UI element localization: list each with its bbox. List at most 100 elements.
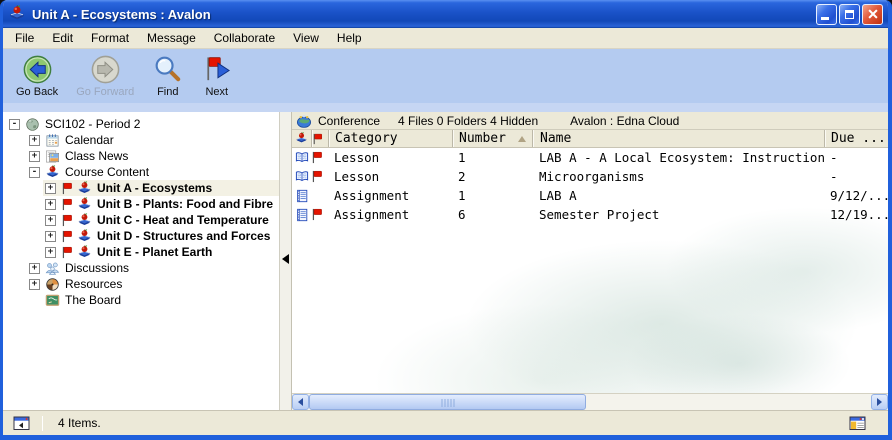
menu-message[interactable]: Message [138, 29, 205, 47]
number-cell: 1 [452, 148, 532, 167]
tree-label: Resources [65, 277, 122, 291]
notepad-icon [295, 208, 309, 222]
arrow-left-icon [298, 398, 303, 406]
name-cell: LAB A [532, 186, 824, 205]
expand-expander-icon[interactable]: + [45, 199, 56, 210]
category-cell: Lesson [328, 148, 452, 167]
conference-icon [296, 113, 312, 129]
expand-expander-icon[interactable]: + [45, 231, 56, 242]
expand-expander-icon[interactable]: + [45, 215, 56, 226]
scroll-right-button[interactable] [871, 394, 888, 410]
horizontal-scrollbar[interactable] [292, 393, 888, 410]
expand-expander-icon[interactable]: + [45, 183, 56, 194]
expand-expander-icon[interactable]: + [29, 263, 40, 274]
tree-item-unit-c[interactable]: + Unit C - Heat and Temperature [3, 212, 279, 228]
menu-collaborate[interactable]: Collaborate [205, 29, 284, 47]
menu-edit[interactable]: Edit [43, 29, 82, 47]
collapse-panel-icon[interactable] [13, 415, 30, 431]
due-cell: 9/12/... [824, 186, 888, 205]
number-cell: 6 [452, 205, 532, 224]
arrow-right-icon [877, 398, 882, 406]
expand-expander-icon[interactable]: + [29, 135, 40, 146]
menu-view[interactable]: View [284, 29, 328, 47]
next-button[interactable]: Next [198, 53, 235, 99]
apple-book-icon [295, 132, 308, 145]
tree-item-unit-d[interactable]: + Unit D - Structures and Forces [3, 228, 279, 244]
app-window: Unit A - Ecosystems : Avalon File Edit F… [0, 0, 892, 440]
go-back-button[interactable]: Go Back [13, 53, 61, 99]
item-type-column-header[interactable] [292, 130, 311, 147]
expand-expander-icon[interactable]: + [29, 151, 40, 162]
tree-item-resources[interactable]: + Resources [3, 276, 279, 292]
flag-icon [311, 151, 324, 164]
table-row-assignment-6[interactable]: Assignment 6 Semester Project 12/19... [292, 205, 888, 224]
status-bar: 4 Items. [3, 410, 888, 435]
category-column-header[interactable]: Category [328, 130, 452, 147]
tree-item-unit-e[interactable]: + Unit E - Planet Earth [3, 244, 279, 260]
minimize-button[interactable] [816, 4, 837, 25]
scroll-left-button[interactable] [292, 394, 309, 410]
content-panel: Conference 4 Files 0 Folders 4 Hidden Av… [292, 112, 888, 410]
due-column-header[interactable]: Due ... [824, 130, 888, 147]
tree-item-discussions[interactable]: + Discussions [3, 260, 279, 276]
flag-column-header[interactable] [311, 130, 328, 147]
tree-item-the-board[interactable]: The Board [3, 292, 279, 308]
expand-expander-icon[interactable]: + [29, 279, 40, 290]
titlebar[interactable]: Unit A - Ecosystems : Avalon [3, 0, 888, 28]
apple-book-icon [77, 229, 92, 244]
due-cell: - [824, 167, 888, 186]
menu-format[interactable]: Format [82, 29, 138, 47]
flag-icon [61, 182, 74, 195]
open-book-icon [295, 170, 309, 184]
find-button[interactable]: Find [149, 53, 186, 99]
apple-book-icon [77, 197, 92, 212]
flag-icon [61, 198, 74, 211]
table-row-assignment-1[interactable]: Assignment 1 LAB A 9/12/... [292, 186, 888, 205]
window-layout-icon[interactable] [849, 415, 866, 431]
item-list: Lesson 1 LAB A - A Local Ecosystem: Inst… [292, 148, 888, 393]
collapse-expander-icon[interactable]: - [9, 119, 20, 130]
due-cell: 12/19... [824, 205, 888, 224]
category-cell: Assignment [328, 205, 452, 224]
conference-header: Conference 4 Files 0 Folders 4 Hidden Av… [292, 112, 888, 130]
flag-icon [311, 208, 324, 221]
number-column-header[interactable]: Number [452, 130, 532, 147]
calendar-icon [45, 133, 60, 148]
close-button[interactable] [862, 4, 883, 25]
tree-item-class-news[interactable]: + Class News [3, 148, 279, 164]
discussions-icon [45, 261, 60, 276]
go-back-label: Go Back [16, 86, 58, 98]
scrollbar-thumb[interactable] [309, 394, 586, 410]
tree-label: Calendar [65, 133, 114, 147]
tree-label: Course Content [65, 165, 149, 179]
app-apple-book-icon [8, 5, 26, 23]
panel-splitter[interactable] [280, 112, 292, 410]
news-icon [45, 149, 60, 164]
table-row-lesson-2[interactable]: Lesson 2 Microorganisms - [292, 167, 888, 186]
tree-panel: - SCI102 - Period 2 + Calendar + Class N… [3, 112, 280, 410]
menu-file[interactable]: File [6, 29, 43, 47]
name-column-header[interactable]: Name [532, 130, 824, 147]
status-divider [42, 416, 43, 431]
maximize-icon [845, 10, 854, 19]
tree-item-sci102[interactable]: - SCI102 - Period 2 [3, 116, 279, 132]
tree-item-course-content[interactable]: - Course Content [3, 164, 279, 180]
collapse-expander-icon[interactable]: - [29, 167, 40, 178]
apple-book-icon [45, 165, 60, 180]
collapse-panel-arrow-icon[interactable] [282, 254, 289, 264]
tree-label: Unit D - Structures and Forces [97, 229, 270, 243]
tree-item-calendar[interactable]: + Calendar [3, 132, 279, 148]
globe-icon [25, 117, 40, 132]
expand-expander-icon[interactable]: + [45, 247, 56, 258]
tree-item-unit-b[interactable]: + Unit B - Plants: Food and Fibre [3, 196, 279, 212]
tree-label: Unit B - Plants: Food and Fibre [97, 197, 273, 211]
menu-help[interactable]: Help [328, 29, 371, 47]
tree-label: The Board [65, 293, 121, 307]
sort-ascending-icon [518, 136, 526, 142]
apple-book-icon [77, 245, 92, 260]
tree-item-unit-a[interactable]: + Unit A - Ecosystems [3, 180, 279, 196]
back-circle-icon [22, 54, 53, 85]
table-row-lesson-1[interactable]: Lesson 1 LAB A - A Local Ecosystem: Inst… [292, 148, 888, 167]
go-forward-label: Go Forward [76, 86, 134, 98]
maximize-button[interactable] [839, 4, 860, 25]
